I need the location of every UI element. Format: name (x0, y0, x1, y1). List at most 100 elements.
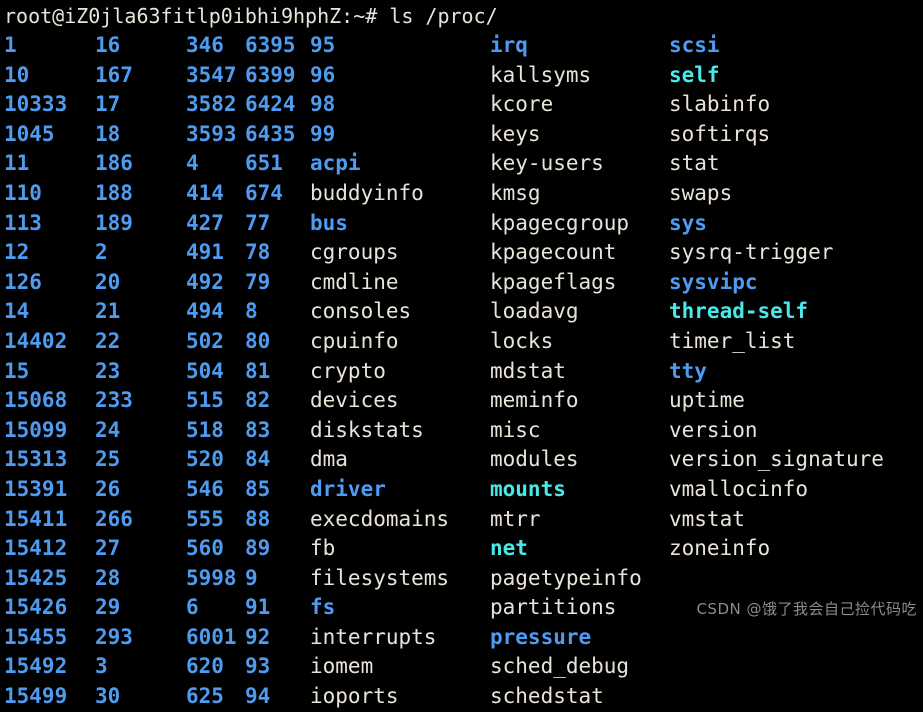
ls-entry[interactable]: mounts (490, 475, 642, 505)
ls-entry[interactable]: 1045 (4, 120, 67, 150)
ls-entry[interactable]: 82 (245, 386, 296, 416)
ls-entry[interactable]: 26 (95, 475, 133, 505)
ls-entry[interactable]: key-users (490, 149, 642, 179)
ls-entry[interactable]: vmstat (669, 505, 884, 535)
ls-entry[interactable]: pagetypeinfo (490, 564, 642, 594)
ls-entry[interactable]: bus (310, 209, 449, 239)
ls-entry[interactable]: 83 (245, 416, 296, 446)
ls-entry[interactable]: 4 (186, 149, 237, 179)
ls-entry[interactable]: 21 (95, 297, 133, 327)
ls-entry[interactable]: partitions (490, 593, 642, 623)
ls-entry[interactable]: 10333 (4, 90, 67, 120)
ls-entry[interactable]: 293 (95, 623, 133, 653)
terminal-window[interactable]: root@iZ0jla63fitlp0ibhi9hphZ:~# ls /proc… (0, 0, 923, 708)
ls-entry[interactable]: filesystems (310, 564, 449, 594)
ls-entry[interactable]: driver (310, 475, 449, 505)
ls-entry[interactable]: 17 (95, 90, 133, 120)
ls-entry[interactable]: modules (490, 445, 642, 475)
ls-entry[interactable]: 24 (95, 416, 133, 446)
ls-entry[interactable]: 674 (245, 179, 296, 209)
ls-entry[interactable]: 30 (95, 682, 133, 712)
ls-entry[interactable]: 8 (245, 297, 296, 327)
ls-entry[interactable]: 6395 (245, 31, 296, 61)
ls-entry[interactable]: vmallocinfo (669, 475, 884, 505)
ls-entry[interactable]: 6435 (245, 120, 296, 150)
ls-entry[interactable]: 25 (95, 445, 133, 475)
ls-entry[interactable]: stat (669, 149, 884, 179)
ls-entry[interactable]: 346 (186, 31, 237, 61)
ls-entry[interactable]: 15313 (4, 445, 67, 475)
ls-entry[interactable]: 555 (186, 505, 237, 535)
ls-entry[interactable]: 651 (245, 149, 296, 179)
ls-entry[interactable]: kcore (490, 90, 642, 120)
ls-entry[interactable]: 15391 (4, 475, 67, 505)
ls-entry[interactable]: fb (310, 534, 449, 564)
ls-entry[interactable]: mtrr (490, 505, 642, 535)
ls-entry[interactable]: 84 (245, 445, 296, 475)
ls-entry[interactable]: 94 (245, 682, 296, 712)
ls-entry[interactable]: 77 (245, 209, 296, 239)
ls-entry[interactable]: 22 (95, 327, 133, 357)
ls-entry[interactable]: 110 (4, 179, 67, 209)
ls-entry[interactable]: 126 (4, 268, 67, 298)
ls-entry[interactable]: cmdline (310, 268, 449, 298)
ls-entry[interactable]: 99 (310, 120, 449, 150)
ls-entry[interactable]: zoneinfo (669, 534, 884, 564)
ls-entry[interactable]: 15411 (4, 505, 67, 535)
ls-entry[interactable]: 11 (4, 149, 67, 179)
ls-entry[interactable]: 167 (95, 61, 133, 91)
ls-entry[interactable]: 3593 (186, 120, 237, 150)
ls-entry[interactable]: kallsyms (490, 61, 642, 91)
ls-entry[interactable]: slabinfo (669, 90, 884, 120)
ls-entry[interactable]: 92 (245, 623, 296, 653)
ls-entry[interactable]: 625 (186, 682, 237, 712)
ls-entry[interactable]: 3 (95, 652, 133, 682)
ls-entry[interactable]: 28 (95, 564, 133, 594)
ls-entry[interactable]: 494 (186, 297, 237, 327)
ls-entry[interactable]: 15099 (4, 416, 67, 446)
ls-entry[interactable]: dma (310, 445, 449, 475)
ls-entry[interactable]: pressure (490, 623, 642, 653)
ls-entry[interactable]: uptime (669, 386, 884, 416)
ls-entry[interactable]: 504 (186, 357, 237, 387)
ls-entry[interactable]: cpuinfo (310, 327, 449, 357)
ls-entry[interactable]: 95 (310, 31, 449, 61)
ls-entry[interactable]: loadavg (490, 297, 642, 327)
ls-entry[interactable]: 89 (245, 534, 296, 564)
ls-entry[interactable]: 2 (95, 238, 133, 268)
ls-entry[interactable]: execdomains (310, 505, 449, 535)
ls-entry[interactable]: 15412 (4, 534, 67, 564)
ls-entry[interactable]: 560 (186, 534, 237, 564)
ls-entry[interactable]: 80 (245, 327, 296, 357)
ls-entry[interactable]: 93 (245, 652, 296, 682)
ls-entry[interactable]: misc (490, 416, 642, 446)
ls-entry[interactable]: 186 (95, 149, 133, 179)
ls-entry[interactable]: 620 (186, 652, 237, 682)
ls-entry[interactable]: acpi (310, 149, 449, 179)
ls-entry[interactable]: 29 (95, 593, 133, 623)
ls-entry[interactable]: mdstat (490, 357, 642, 387)
ls-entry[interactable]: 98 (310, 90, 449, 120)
ls-entry[interactable]: self (669, 61, 884, 91)
ls-entry[interactable]: 3582 (186, 90, 237, 120)
ls-entry[interactable]: devices (310, 386, 449, 416)
ls-entry[interactable]: 79 (245, 268, 296, 298)
ls-entry[interactable]: 81 (245, 357, 296, 387)
ls-entry[interactable]: 18 (95, 120, 133, 150)
ls-entry[interactable]: schedstat (490, 682, 642, 712)
ls-entry[interactable]: 20 (95, 268, 133, 298)
ls-entry[interactable]: 15068 (4, 386, 67, 416)
ls-entry[interactable]: interrupts (310, 623, 449, 653)
ls-entry[interactable]: kmsg (490, 179, 642, 209)
ls-entry[interactable]: 5998 (186, 564, 237, 594)
ls-entry[interactable]: tty (669, 357, 884, 387)
ls-entry[interactable]: timer_list (669, 327, 884, 357)
ls-entry[interactable]: sys (669, 209, 884, 239)
ls-entry[interactable]: 502 (186, 327, 237, 357)
ls-entry[interactable]: 492 (186, 268, 237, 298)
ls-entry[interactable]: 91 (245, 593, 296, 623)
ls-entry[interactable]: locks (490, 327, 642, 357)
ls-entry[interactable]: crypto (310, 357, 449, 387)
ls-entry[interactable]: 3547 (186, 61, 237, 91)
ls-entry[interactable]: version (669, 416, 884, 446)
